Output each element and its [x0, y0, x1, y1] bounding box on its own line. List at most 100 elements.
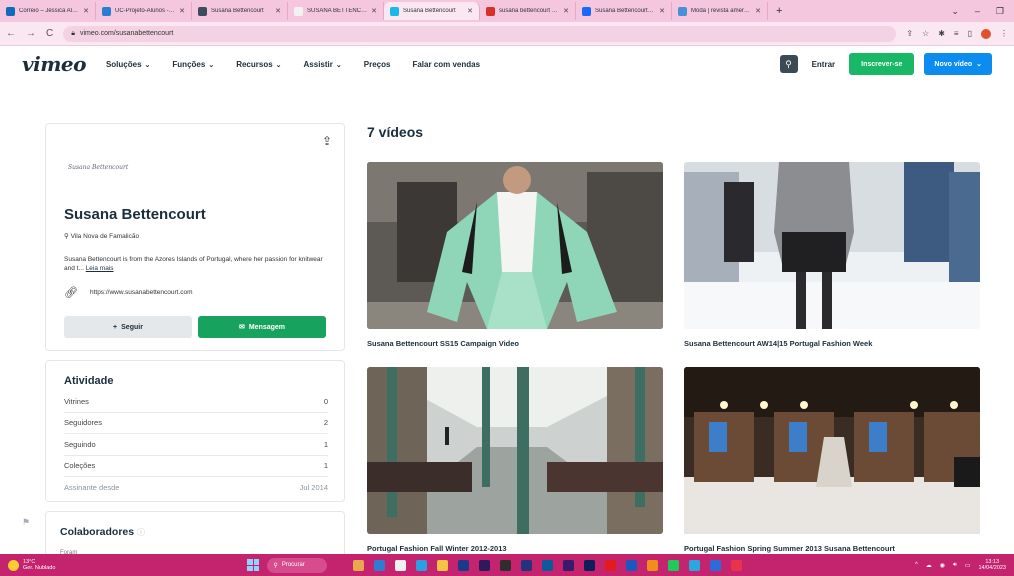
close-tab-icon[interactable]: ✕ [563, 7, 569, 15]
tab-favicon-icon [390, 6, 399, 16]
app-icon[interactable] [521, 559, 533, 571]
activity-row[interactable]: Assinante desde Jul 2014 [64, 477, 328, 499]
system-tray: ^ ☁ ◉ 🔊︎ ▭ 13:13 14/04/2023 [915, 559, 1006, 571]
reading-list-icon[interactable]: ≡ [954, 29, 959, 38]
share-icon[interactable]: ⇪ [322, 134, 332, 148]
minimize-button[interactable]: – [975, 6, 980, 17]
browser-tab[interactable]: UC-Projeto-Alunos - One ✕ [96, 2, 192, 20]
nav-item[interactable]: Falar com vendas [412, 60, 480, 69]
video-thumbnail[interactable] [684, 162, 980, 329]
app-icon[interactable] [542, 559, 554, 571]
video-title[interactable]: Susana Bettencourt AW14|15 Portugal Fash… [684, 339, 980, 348]
profile-avatar[interactable] [981, 28, 991, 39]
app-icon[interactable] [437, 559, 449, 571]
taskbar-search[interactable]: ⚲ Procurar [267, 557, 328, 573]
clock[interactable]: 13:13 14/04/2023 [978, 559, 1006, 571]
video-card[interactable]: Portugal Fashion Fall Winter 2012-2013 [367, 367, 663, 553]
close-tab-icon[interactable]: ✕ [275, 7, 281, 15]
close-tab-icon[interactable]: ✕ [755, 7, 761, 15]
nav-item[interactable]: Funções ⌄ [172, 60, 214, 69]
video-thumbnail[interactable] [367, 162, 663, 329]
app-icon[interactable] [563, 559, 575, 571]
video-title[interactable]: Portugal Fashion Spring Summer 2013 Susa… [684, 544, 980, 553]
share-page-icon[interactable]: ⇪ [906, 29, 913, 38]
video-title[interactable]: Susana Bettencourt SS15 Campaign Video [367, 339, 663, 348]
app-icon[interactable] [689, 559, 701, 571]
activity-value: 2 [323, 418, 328, 428]
app-icon[interactable] [710, 559, 722, 571]
windows-start-icon[interactable] [247, 559, 260, 571]
close-tab-icon[interactable]: ✕ [179, 7, 185, 15]
menu-icon[interactable]: ⋮ [1000, 29, 1008, 38]
weather-widget[interactable]: 13°C Ger. Nublado [8, 559, 55, 571]
nav-item[interactable]: Recursos ⌄ [236, 60, 281, 69]
forward-icon[interactable]: → [26, 28, 36, 39]
profile-website[interactable]: 🔗︎ https://www.susanabettencourt.com [64, 286, 193, 299]
browser-tab[interactable]: Correio – Jéssica Almeida ✕ [0, 2, 96, 20]
new-tab-button[interactable]: + [768, 5, 790, 17]
nav-item[interactable]: Soluções ⌄ [106, 60, 150, 69]
nav-item[interactable]: Assistir ⌄ [304, 60, 342, 69]
location-text: Vila Nova de Famalicão [70, 233, 140, 240]
activity-row[interactable]: Seguindo 1 [64, 434, 328, 456]
star-icon[interactable]: ☆ [922, 29, 929, 38]
close-tab-icon[interactable]: ✕ [467, 7, 473, 15]
tab-title: UC-Projeto-Alunos - One [115, 8, 176, 14]
search-button[interactable]: ⚲ [779, 55, 798, 73]
app-icon[interactable] [458, 559, 470, 571]
login-link[interactable]: Entrar [808, 60, 840, 69]
app-icon[interactable] [584, 559, 596, 571]
follow-button[interactable]: + Seguir [64, 316, 192, 338]
app-icon[interactable] [500, 559, 512, 571]
close-tab-icon[interactable]: ✕ [659, 7, 665, 15]
cloud-icon[interactable]: ☁ [926, 562, 932, 569]
nav-label: Funções [172, 59, 206, 69]
wifi-icon[interactable]: ◉ [940, 562, 945, 569]
browser-tab[interactable]: susana bettencourt - jess ✕ [480, 2, 576, 20]
activity-row[interactable]: Coleções 1 [64, 456, 328, 477]
browser-tab[interactable]: SUSANA BETTENCOURT ✕ [288, 2, 384, 20]
chevron-up-icon[interactable]: ^ [915, 562, 918, 568]
info-icon[interactable]: ⓘ [137, 528, 145, 537]
sidepanel-icon[interactable]: ▯ [968, 29, 972, 38]
maximize-button[interactable]: ❐ [996, 6, 1004, 17]
activity-row[interactable]: Seguidores 2 [64, 413, 328, 434]
activity-row[interactable]: Vitrines 0 [64, 391, 328, 413]
video-thumbnail[interactable] [684, 367, 980, 534]
video-card[interactable]: Susana Bettencourt SS15 Campaign Video [367, 162, 663, 348]
app-icon[interactable] [395, 559, 407, 571]
new-video-button[interactable]: Novo vídeo ⌄ [924, 53, 992, 75]
video-card[interactable]: Susana Bettencourt AW14|15 Portugal Fash… [684, 162, 980, 348]
signup-button[interactable]: Inscrever-se [849, 53, 915, 75]
app-icon[interactable] [479, 559, 491, 571]
app-icon[interactable] [374, 559, 386, 571]
url-input[interactable]: 🔒︎ vimeo.com/susanabettencourt [63, 25, 897, 42]
app-icon[interactable] [647, 559, 659, 571]
browser-tab[interactable]: Moda | revista americana ✕ [672, 2, 768, 20]
app-icon[interactable] [626, 559, 638, 571]
reload-icon[interactable]: C [46, 28, 53, 39]
back-icon[interactable]: ← [6, 28, 16, 39]
video-thumbnail[interactable] [367, 367, 663, 534]
extensions-icon[interactable]: ✱ [938, 29, 945, 38]
message-button[interactable]: ✉ Mensagem [198, 316, 326, 338]
read-more-link[interactable]: Leia mais [86, 265, 114, 272]
close-tab-icon[interactable]: ✕ [371, 7, 377, 15]
app-icon[interactable] [605, 559, 617, 571]
browser-tab[interactable]: Susana Bettencourt ✕ [384, 2, 480, 20]
volume-icon[interactable]: 🔊︎ [953, 562, 957, 569]
battery-icon[interactable]: ▭ [965, 562, 971, 569]
flag-icon[interactable]: ⚑ [22, 517, 30, 528]
app-icon[interactable] [353, 559, 365, 571]
browser-tab[interactable]: Susana Bettencourt on Be ✕ [576, 2, 672, 20]
vimeo-logo[interactable]: vimeo [22, 52, 86, 76]
app-icon[interactable] [668, 559, 680, 571]
video-title[interactable]: Portugal Fashion Fall Winter 2012-2013 [367, 544, 663, 553]
tab-search-icon[interactable]: ⌄ [951, 6, 959, 17]
app-icon[interactable] [416, 559, 428, 571]
app-icon[interactable] [731, 559, 743, 571]
browser-tab[interactable]: Susana Bettencourt ✕ [192, 2, 288, 20]
nav-item[interactable]: Preços [364, 60, 391, 69]
video-card[interactable]: Portugal Fashion Spring Summer 2013 Susa… [684, 367, 980, 553]
close-tab-icon[interactable]: ✕ [83, 7, 89, 15]
